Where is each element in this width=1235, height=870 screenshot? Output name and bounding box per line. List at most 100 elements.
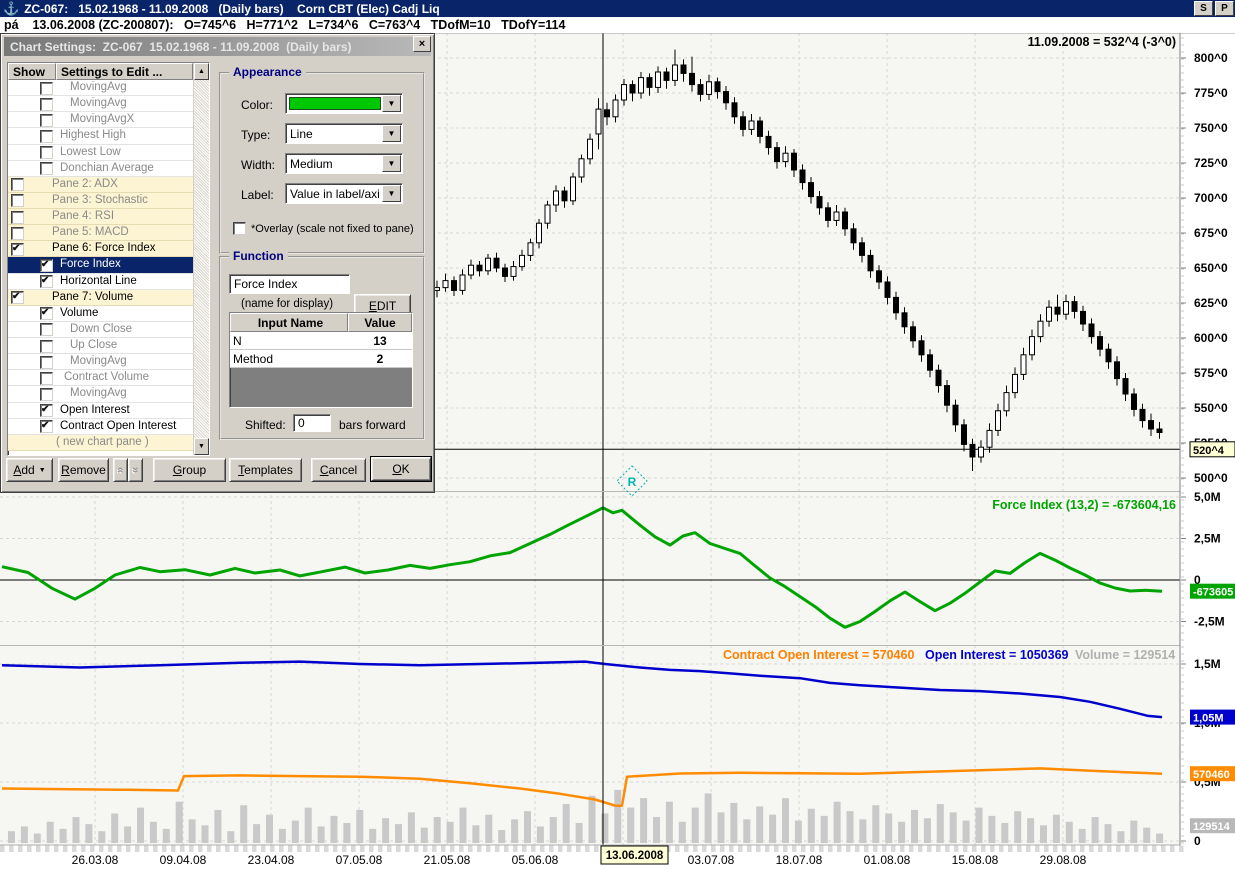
add-button[interactable]: Add ▼ — [6, 458, 53, 482]
chevron-down-icon[interactable]: ▼ — [382, 125, 401, 142]
row-checkbox[interactable] — [40, 129, 53, 143]
param-row-method[interactable]: Method 2 — [230, 350, 412, 368]
settings-list-row[interactable]: Highest High — [8, 128, 193, 145]
settings-list-row[interactable]: Pane 4: RSI — [8, 209, 193, 226]
overlay-checkbox[interactable] — [233, 222, 246, 235]
settings-list-row[interactable]: MovingAvg — [8, 96, 193, 113]
appearance-group-title: Appearance — [229, 65, 306, 79]
param-row-n[interactable]: N 13 — [230, 332, 412, 350]
settings-list-row[interactable]: ( new chart pane ) — [8, 434, 193, 451]
scroll-down-icon[interactable]: ▼ — [194, 438, 209, 455]
row-checkbox[interactable] — [40, 162, 53, 176]
settings-list-row[interactable]: Pane 2: ADX — [8, 176, 193, 193]
settings-list-row[interactable]: MovingAvgX — [8, 112, 193, 129]
group-button[interactable]: Group — [153, 458, 226, 482]
settings-list-row[interactable]: Lowest Low — [8, 144, 193, 161]
row-label: Donchian Average — [60, 161, 154, 174]
row-checkbox[interactable] — [40, 113, 53, 127]
label-combobox[interactable]: Value in label/axi ▼ — [285, 183, 403, 204]
volume-value-badge: 570460 — [1190, 766, 1235, 782]
titlebar-button-s[interactable]: S — [1194, 1, 1213, 16]
function-name-input[interactable]: Force Index — [229, 274, 350, 294]
remove-button[interactable]: Remove — [58, 458, 109, 482]
row-label: Pane 5: MACD — [52, 226, 129, 239]
row-label: Pane 2: ADX — [52, 177, 118, 190]
row-checkbox[interactable] — [40, 323, 53, 337]
axis-label: 13.06.2008 — [606, 850, 664, 862]
row-checkbox[interactable]: ✔ — [40, 420, 53, 434]
settings-list-row[interactable]: MovingAvg — [8, 354, 193, 371]
column-header-show[interactable]: Show — [8, 63, 56, 80]
type-combobox[interactable]: Line ▼ — [285, 123, 403, 144]
close-icon[interactable]: × — [413, 36, 431, 52]
row-checkbox[interactable]: ✔ — [11, 291, 24, 305]
ok-button[interactable]: OK — [370, 456, 432, 482]
scroll-up-icon[interactable]: ▲ — [194, 63, 209, 80]
row-checkbox[interactable] — [11, 178, 24, 192]
chevron-down-icon[interactable]: ▼ — [382, 185, 401, 202]
settings-list-row[interactable]: ✔ Pane 7: Volume — [8, 289, 193, 306]
settings-list-row[interactable]: ✔ Open Interest — [8, 402, 193, 419]
chevron-down-icon[interactable]: ▼ — [382, 95, 401, 112]
settings-list-row[interactable]: Contract Volume — [8, 370, 193, 387]
row-checkbox[interactable] — [40, 81, 53, 95]
list-scrollbar[interactable]: ▲ ▼ — [193, 63, 209, 455]
settings-list-row[interactable]: Pane 3: Stochastic — [8, 192, 193, 209]
color-combobox[interactable]: ▼ — [285, 93, 403, 114]
settings-list-row[interactable]: ✔ Pane 6: Force Index — [8, 241, 193, 258]
settings-rows: MovingAvg MovingAvg MovingAvgX Highest High… — [8, 80, 193, 455]
scrollbar-track[interactable] — [194, 80, 209, 438]
move-down-button[interactable]: » — [128, 458, 143, 482]
row-checkbox[interactable]: ✔ — [40, 258, 53, 272]
shifted-input[interactable]: 0 — [293, 414, 331, 432]
titlebar-button-p[interactable]: P — [1215, 1, 1234, 16]
price-line-badge: 520^4 — [1189, 441, 1235, 458]
axis-label: 26.03.08 — [72, 853, 119, 867]
column-header-settings[interactable]: Settings to Edit ... — [56, 63, 193, 80]
axis-label: 650^0 — [1194, 261, 1228, 275]
dialog-title: Chart Settings: ZC-067 15.02.1968 - 11.0… — [10, 39, 352, 54]
axis-label: 600^0 — [1194, 331, 1228, 345]
chevron-down-icon[interactable]: ▼ — [382, 155, 401, 172]
function-name-value: Force Index — [234, 277, 298, 291]
row-checkbox[interactable] — [40, 371, 53, 385]
row-checkbox[interactable] — [11, 210, 24, 224]
row-checkbox[interactable] — [11, 226, 24, 240]
templates-button[interactable]: Templates — [229, 458, 302, 482]
row-checkbox[interactable]: ✔ — [11, 242, 24, 256]
row-checkbox[interactable] — [40, 97, 53, 111]
settings-list-row[interactable]: ✔ Volume — [8, 305, 193, 322]
dialog-title-bar[interactable]: Chart Settings: ZC-067 15.02.1968 - 11.0… — [4, 37, 431, 56]
price-axis-ticks — [1181, 37, 1186, 844]
settings-list-row[interactable]: MovingAvg — [8, 386, 193, 403]
label-label: Label: — [241, 188, 274, 202]
row-checkbox[interactable]: ✔ — [40, 307, 53, 321]
move-up-button[interactable]: « — [113, 458, 128, 482]
settings-list-row[interactable]: Pane 5: MACD — [8, 225, 193, 242]
volume-value-badge: 129514 — [1190, 818, 1235, 834]
row-checkbox[interactable] — [40, 387, 53, 401]
axis-label: -673605 — [1193, 587, 1233, 599]
settings-list-row[interactable]: ✔ Horizontal Line — [8, 273, 193, 290]
settings-list-row[interactable]: Up Close — [8, 338, 193, 355]
axis-label: 700^0 — [1194, 191, 1228, 205]
settings-list-row[interactable]: Donchian Average — [8, 160, 193, 177]
row-checkbox[interactable]: ✔ — [40, 404, 53, 417]
axis-label: 500^0 — [1194, 471, 1228, 485]
cancel-button[interactable]: Cancel — [311, 458, 366, 482]
settings-list-row[interactable]: ✔ Force Index — [8, 257, 193, 274]
row-checkbox[interactable] — [40, 339, 53, 353]
width-combobox[interactable]: Medium ▼ — [285, 153, 403, 174]
type-value: Line — [290, 126, 313, 141]
row-checkbox[interactable]: ✔ — [40, 275, 53, 288]
row-checkbox[interactable] — [40, 355, 53, 369]
chart-settings-dialog: Chart Settings: ZC-067 15.02.1968 - 11.0… — [0, 33, 435, 493]
volume-pane-label: Volume = 129514 — [1075, 648, 1175, 662]
row-checkbox[interactable] — [11, 194, 24, 208]
row-checkbox[interactable] — [40, 146, 53, 159]
row-label: Lowest Low — [60, 145, 121, 158]
width-value: Medium — [290, 156, 333, 171]
settings-list-row[interactable]: Down Close — [8, 321, 193, 338]
settings-list-row[interactable]: ✔ Contract Open Interest — [8, 418, 193, 435]
settings-list-row[interactable]: MovingAvg — [8, 80, 193, 97]
